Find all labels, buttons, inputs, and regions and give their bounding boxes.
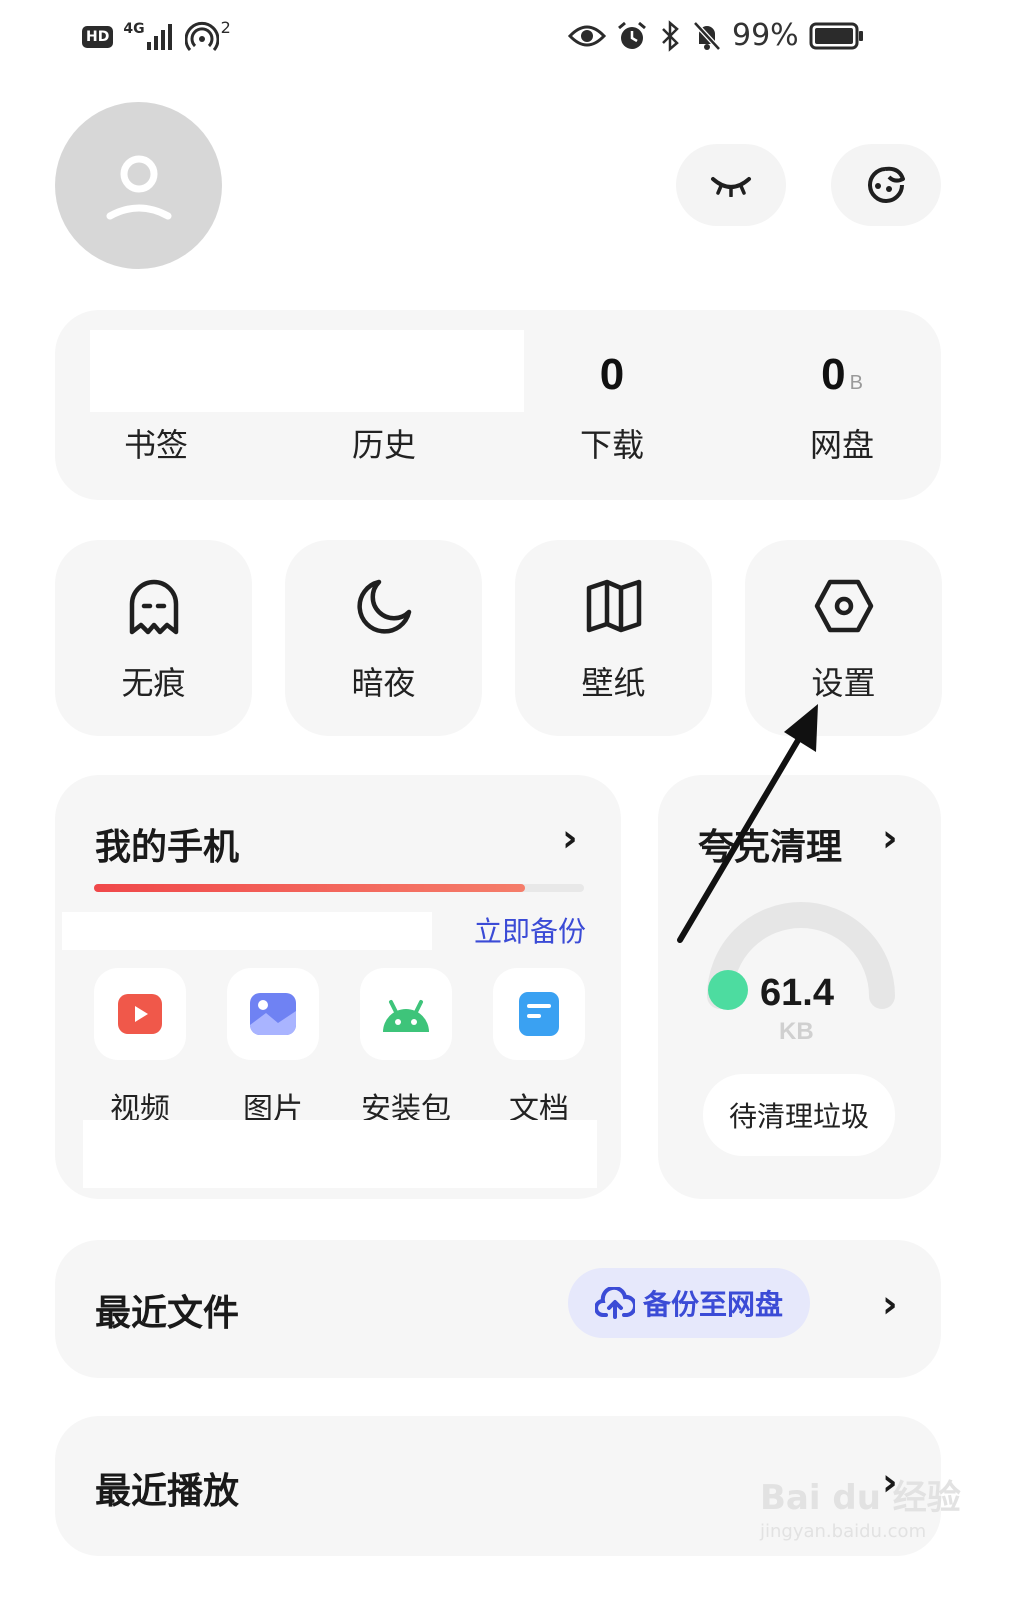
- stat-downloads[interactable]: 0 下载: [512, 350, 712, 466]
- clean-junk-button[interactable]: 待清理垃圾: [703, 1074, 895, 1156]
- stat-value: 0: [599, 350, 625, 399]
- video-icon: [118, 994, 162, 1034]
- battery-percent: 99%: [732, 18, 799, 53]
- stat-value: [56, 350, 256, 402]
- android-icon: [383, 1000, 429, 1032]
- stat-label: 书签: [123, 426, 188, 464]
- stat-value: 0: [821, 350, 846, 399]
- stat-unit: B: [849, 372, 863, 394]
- my-phone-title: 我的手机: [95, 827, 240, 868]
- recent-files-chevron-icon[interactable]: ›: [882, 1282, 898, 1326]
- tool-incognito[interactable]: 无痕: [55, 540, 252, 736]
- user-icon: [106, 155, 171, 219]
- cleaner-value: 61.4: [760, 972, 834, 1014]
- my-phone-chevron-icon[interactable]: ›: [562, 816, 578, 860]
- tool-night-mode[interactable]: 暗夜: [285, 540, 482, 736]
- stat-label: 网盘: [809, 426, 874, 464]
- avatar[interactable]: [55, 102, 222, 269]
- moon-icon: [356, 579, 411, 634]
- bluetooth-icon: [662, 19, 679, 52]
- status-bar: HD 4G 2 99%: [0, 0, 1016, 80]
- watermark-url: jingyan.baidu.com: [760, 1521, 927, 1542]
- app-documents[interactable]: [493, 968, 585, 1060]
- storage-progress-track: [94, 884, 584, 892]
- watermark: Bai du 经验 jingyan.baidu.com: [760, 1470, 961, 1542]
- eye-closed-icon: [711, 177, 751, 197]
- cleaner-status-dot: [708, 970, 748, 1010]
- storage-progress-fill: [94, 884, 526, 892]
- signal-icon: [146, 24, 172, 50]
- stat-history[interactable]: 历史: [284, 350, 484, 466]
- image-icon: [250, 993, 296, 1035]
- redacted-area: [83, 1120, 597, 1188]
- recent-files-title: 最近文件: [95, 1293, 240, 1334]
- skin-button[interactable]: [831, 144, 941, 226]
- cleaner-unit: KB: [779, 1018, 814, 1045]
- hd-badge: HD: [82, 26, 114, 48]
- backup-to-cloud-button[interactable]: 备份至网盘: [568, 1268, 810, 1338]
- alarm-icon: [618, 21, 646, 49]
- app-video[interactable]: [94, 968, 186, 1060]
- stat-label: 下载: [579, 426, 644, 464]
- redacted-area: [62, 912, 432, 950]
- tool-label: 暗夜: [351, 664, 416, 702]
- cleaner-chevron-icon[interactable]: ›: [882, 816, 898, 860]
- cloud-upload-icon: [594, 1287, 635, 1319]
- backup-to-cloud-label: 备份至网盘: [642, 1288, 783, 1321]
- stat-bookmarks[interactable]: 书签: [56, 350, 256, 466]
- hide-mode-button[interactable]: [676, 144, 786, 226]
- stat-value: [284, 350, 484, 402]
- mute-icon: [693, 20, 721, 51]
- stat-cloud-drive[interactable]: 0B 网盘: [742, 350, 942, 466]
- app-packages[interactable]: [360, 968, 452, 1060]
- ghost-icon: [129, 579, 178, 635]
- status-right: 99%: [568, 18, 865, 53]
- backup-now-link[interactable]: 立即备份: [474, 910, 586, 950]
- document-icon: [519, 992, 559, 1036]
- recent-play-title: 最近播放: [95, 1471, 240, 1512]
- eye-icon: [568, 25, 606, 46]
- skin-face-icon: [868, 166, 905, 203]
- annotation-arrow: [677, 704, 818, 943]
- status-left: HD 4G 2: [82, 17, 239, 54]
- stat-label: 历史: [351, 426, 416, 464]
- tool-label: 无痕: [121, 664, 186, 702]
- hotspot-icon: [184, 21, 219, 51]
- app-images[interactable]: [227, 968, 319, 1060]
- hotspot-count: 2: [220, 17, 231, 37]
- network-type: 4G: [123, 21, 145, 37]
- battery-icon: [809, 22, 863, 49]
- settings-hexagon-icon: [814, 579, 873, 633]
- wallpaper-icon: [586, 579, 641, 633]
- watermark-brand: Bai du 经验: [760, 1478, 961, 1518]
